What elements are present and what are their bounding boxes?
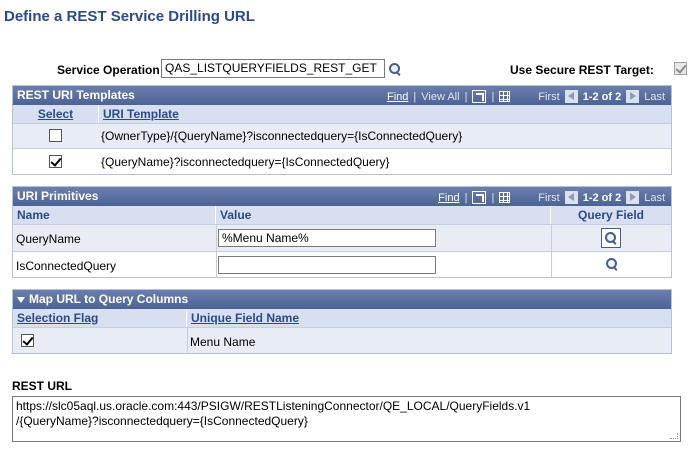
- search-icon: [604, 231, 618, 245]
- uri-template-text: {OwnerType}/{QueryName}?isconnectedquery…: [101, 129, 463, 143]
- page-title: Define a REST Service Drilling URL: [4, 8, 255, 25]
- col-uri-template[interactable]: URI Template: [99, 105, 671, 123]
- uri-primitives-nav: Find | | First 1-2 of 2 Last: [438, 191, 665, 204]
- uri-primitives-first: First: [538, 191, 560, 204]
- table-row: {OwnerType}/{QueryName}?isconnectedquery…: [13, 123, 671, 148]
- map-url-title: Map URL to Query Columns: [29, 292, 189, 306]
- uri-templates-range: 1-2 of 2: [582, 90, 622, 103]
- download-grid-icon[interactable]: [499, 91, 511, 102]
- rest-url-textarea[interactable]: https://slc05aql.us.oracle.com:443/PSIGW…: [12, 396, 681, 442]
- uri-template-text: {QueryName}?isconnectedquery={IsConnecte…: [101, 155, 390, 169]
- zoom-icon[interactable]: [472, 191, 487, 204]
- col-name: Name: [13, 206, 216, 224]
- primitive-value-input[interactable]: %Menu Name%: [218, 229, 436, 247]
- previous-icon: [564, 191, 578, 204]
- divider: [551, 225, 552, 252]
- col-unique-field-name[interactable]: Unique Field Name: [187, 309, 671, 327]
- nav-separator: |: [464, 90, 468, 103]
- table-row: Menu Name: [13, 327, 671, 354]
- col-selection-flag[interactable]: Selection Flag: [13, 309, 187, 327]
- primitive-name: IsConnectedQuery: [16, 259, 117, 273]
- primitive-name: QueryName: [16, 232, 81, 246]
- divider: [551, 252, 552, 278]
- uri-templates-find-link[interactable]: Find: [387, 91, 408, 103]
- rest-url-line-1: https://slc05aql.us.oracle.com:443/PSIGW…: [16, 399, 531, 413]
- uri-templates-nav: Find | View All | | First 1-2 of 2 Last: [387, 90, 665, 103]
- col-value: Value: [216, 206, 551, 224]
- nav-separator: |: [491, 90, 495, 103]
- rest-url-label: REST URL: [12, 379, 72, 393]
- nav-separator: |: [413, 90, 417, 103]
- select-checkbox[interactable]: [49, 129, 62, 142]
- divider: [187, 328, 188, 354]
- col-query-field: Query Field: [551, 206, 671, 224]
- secure-target-checkbox: [674, 62, 688, 75]
- service-operation-label: Service Operation: [57, 63, 160, 77]
- zoom-icon[interactable]: [472, 90, 487, 103]
- next-icon: [626, 191, 640, 204]
- download-grid-icon[interactable]: [499, 192, 511, 203]
- uri-templates-first: First: [538, 90, 560, 103]
- query-field-lookup-icon[interactable]: [605, 257, 619, 271]
- selection-flag-checkbox[interactable]: [21, 334, 34, 347]
- uri-primitives-last: Last: [644, 191, 665, 204]
- divider: [216, 225, 217, 252]
- primitive-value-input[interactable]: [218, 256, 436, 274]
- service-operation-lookup-icon[interactable]: [388, 62, 402, 76]
- service-operation-input[interactable]: QAS_LISTQUERYFIELDS_REST_GET: [161, 59, 385, 78]
- uri-templates-header: REST URI Templates Find | View All | | F…: [13, 86, 671, 105]
- previous-icon: [564, 90, 578, 103]
- col-select[interactable]: Select: [13, 105, 99, 123]
- map-url-header[interactable]: Map URL to Query Columns: [13, 290, 671, 309]
- table-row: QueryName %Menu Name%: [13, 224, 671, 252]
- uri-primitives-grid: URI Primitives Find | | First 1-2 of 2 L…: [12, 186, 672, 278]
- uri-primitives-range: 1-2 of 2: [582, 191, 622, 204]
- resize-grip-icon[interactable]: [670, 433, 678, 439]
- unique-field-name: Menu Name: [190, 335, 256, 349]
- map-url-grid: Map URL to Query Columns Selection Flag …: [12, 289, 672, 354]
- next-icon: [626, 90, 640, 103]
- table-row: {QueryName}?isconnectedquery={IsConnecte…: [13, 148, 671, 174]
- uri-primitives-header: URI Primitives Find | | First 1-2 of 2 L…: [13, 187, 671, 206]
- nav-separator: |: [491, 191, 495, 204]
- collapse-triangle-icon[interactable]: [17, 296, 25, 303]
- rest-url-line-2: /{QueryName}?isconnectedquery={IsConnect…: [16, 414, 308, 428]
- secure-target-label: Use Secure REST Target:: [510, 63, 654, 77]
- uri-primitives-find-link[interactable]: Find: [438, 192, 459, 204]
- nav-separator: |: [464, 191, 468, 204]
- divider: [216, 252, 217, 278]
- uri-templates-grid: REST URI Templates Find | View All | | F…: [12, 85, 672, 175]
- uri-templates-title: REST URI Templates: [17, 88, 135, 102]
- uri-primitives-title: URI Primitives: [17, 189, 99, 203]
- table-row: IsConnectedQuery: [13, 251, 671, 278]
- query-field-lookup-button[interactable]: [601, 228, 621, 248]
- select-checkbox[interactable]: [49, 155, 62, 168]
- uri-templates-view-all: View All: [421, 90, 460, 103]
- uri-templates-last: Last: [644, 90, 665, 103]
